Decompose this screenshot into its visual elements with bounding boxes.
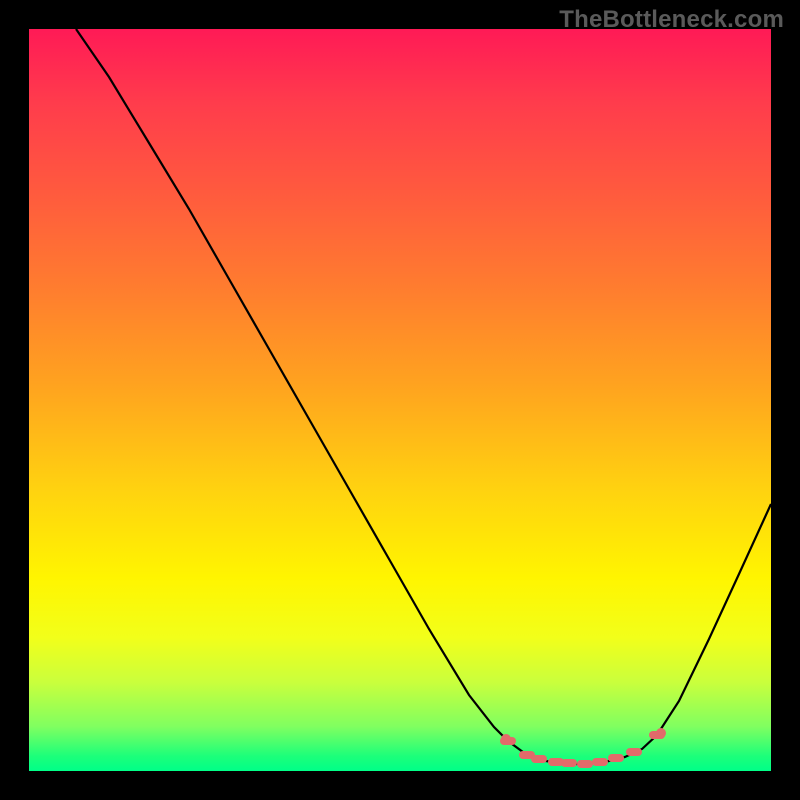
marker-dot — [501, 734, 511, 744]
marker-dot — [656, 728, 666, 738]
marker-segment — [608, 754, 624, 762]
watermark-label: TheBottleneck.com — [559, 6, 784, 34]
marker-cluster — [500, 728, 666, 768]
curve-layer — [29, 29, 771, 771]
marker-segment — [577, 760, 593, 768]
marker-segment — [531, 755, 547, 763]
bottleneck-curve — [76, 29, 771, 764]
marker-segment — [561, 759, 577, 767]
marker-segment — [592, 758, 608, 766]
marker-segment — [626, 748, 642, 756]
